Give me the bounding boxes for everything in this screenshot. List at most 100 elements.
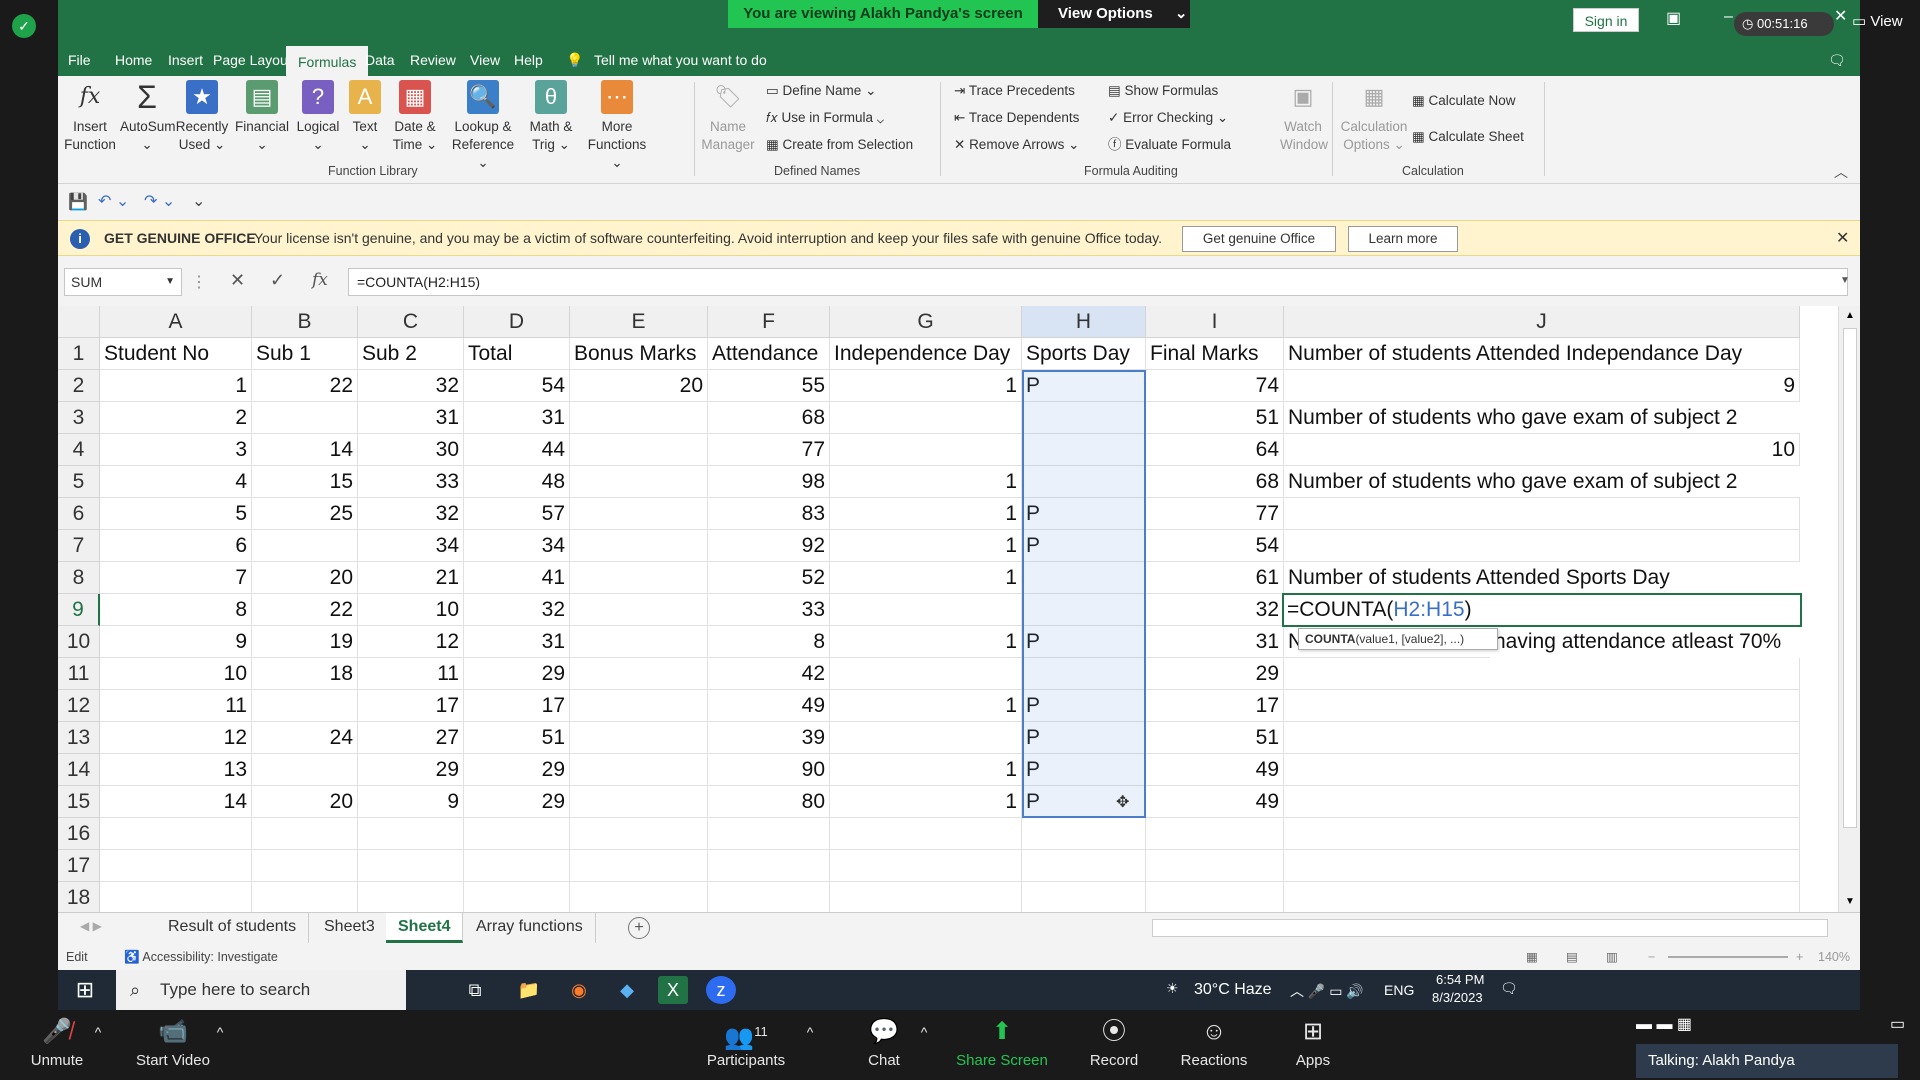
table-cell[interactable]	[1284, 818, 1800, 850]
table-cell[interactable]: P	[1022, 626, 1146, 658]
table-cell[interactable]: 51	[1146, 402, 1284, 434]
table-cell[interactable]: Sub 2	[358, 338, 464, 370]
table-cell[interactable]: P	[1022, 370, 1146, 402]
table-cell[interactable]: 44	[464, 434, 570, 466]
column-header[interactable]: B	[252, 306, 358, 338]
table-cell[interactable]: 55	[708, 370, 830, 402]
table-cell[interactable]	[570, 850, 708, 882]
table-cell[interactable]: 90	[708, 754, 830, 786]
page-layout-view-icon[interactable]: ▤	[1566, 944, 1578, 970]
define-name-button[interactable]: ▭ Define Name ⌄	[766, 82, 876, 100]
table-cell[interactable]	[1022, 562, 1146, 594]
calculate-sheet-button[interactable]: ▦ Calculate Sheet	[1412, 128, 1524, 146]
use-in-formula-button[interactable]: 𝑓𝑥 Use in Formula ⌄	[766, 109, 884, 127]
table-cell[interactable]: 32	[358, 498, 464, 530]
table-cell[interactable]	[100, 882, 252, 914]
table-cell[interactable]	[464, 882, 570, 914]
task-view-icon[interactable]: ⧉	[460, 976, 490, 1004]
table-cell[interactable]: P	[1022, 722, 1146, 754]
table-cell[interactable]: 31	[358, 402, 464, 434]
table-cell[interactable]: Total	[464, 338, 570, 370]
create-from-selection-button[interactable]: ▦ Create from Selection	[766, 136, 913, 154]
table-cell[interactable]	[570, 402, 708, 434]
trace-dependents-button[interactable]: ⇤ Trace Dependents	[954, 109, 1079, 127]
table-cell[interactable]: 57	[464, 498, 570, 530]
table-cell[interactable]	[1284, 754, 1800, 786]
table-cell[interactable]: 11	[358, 658, 464, 690]
table-cell[interactable]: 32	[464, 594, 570, 626]
row-header[interactable]: 2	[58, 370, 100, 402]
table-cell[interactable]	[1022, 434, 1146, 466]
app-icon[interactable]: ◆	[612, 976, 642, 1004]
table-cell[interactable]	[830, 818, 1022, 850]
share-screen-button[interactable]: ⬆ Share Screen	[950, 1010, 1054, 1080]
table-cell[interactable]	[830, 434, 1022, 466]
table-cell[interactable]: Student No	[100, 338, 252, 370]
table-cell[interactable]: 5	[100, 498, 252, 530]
table-cell[interactable]	[830, 850, 1022, 882]
table-cell[interactable]: 3	[100, 434, 252, 466]
recently-used-button[interactable]: ★ Recently Used ⌄	[175, 80, 229, 154]
table-cell[interactable]: 1	[830, 498, 1022, 530]
row-header[interactable]: 11	[58, 658, 100, 690]
table-cell[interactable]: 1	[830, 562, 1022, 594]
table-cell[interactable]	[708, 850, 830, 882]
menu-review[interactable]: Review	[410, 44, 456, 76]
table-cell[interactable]: 24	[252, 722, 358, 754]
table-cell[interactable]: 33	[358, 466, 464, 498]
table-cell[interactable]: P	[1022, 530, 1146, 562]
table-cell[interactable]: 1	[100, 370, 252, 402]
error-checking-button[interactable]: ✓ Error Checking ⌄	[1108, 109, 1228, 127]
sheet-tab-sheet3[interactable]: Sheet3	[312, 913, 388, 943]
table-cell[interactable]: 7	[100, 562, 252, 594]
table-cell[interactable]: 49	[708, 690, 830, 722]
windows-start-icon[interactable]: ⊞	[70, 976, 100, 1004]
ribbon-display-icon[interactable]: ▣	[1666, 8, 1681, 28]
table-cell[interactable]	[570, 722, 708, 754]
table-cell[interactable]: Sports Day	[1022, 338, 1146, 370]
table-cell[interactable]: 13	[100, 754, 252, 786]
menu-file[interactable]: File	[68, 44, 91, 76]
menu-data[interactable]: Data	[365, 44, 395, 76]
table-cell[interactable]	[1284, 658, 1800, 690]
table-cell[interactable]	[358, 882, 464, 914]
remove-arrows-button[interactable]: ✕ Remove Arrows ⌄	[954, 136, 1079, 154]
view-options-button[interactable]: View Options ⌄	[1038, 0, 1190, 28]
unmute-button[interactable]: 🎤̸ Unmute	[22, 1010, 92, 1080]
table-cell[interactable]: 64	[1146, 434, 1284, 466]
sheet-tab-sheet4[interactable]: Sheet4	[386, 913, 464, 943]
formula-input[interactable]: =COUNTA(H2:H15)	[348, 268, 1848, 296]
row-header[interactable]: 18	[58, 882, 100, 914]
table-cell[interactable]: 1	[830, 754, 1022, 786]
table-cell[interactable]: 54	[1146, 530, 1284, 562]
menu-help[interactable]: Help	[514, 44, 543, 76]
menu-page-layout[interactable]: Page Layout	[213, 44, 292, 76]
table-cell[interactable]: 20	[570, 370, 708, 402]
language-indicator[interactable]: ENG	[1384, 982, 1414, 998]
table-cell[interactable]	[570, 882, 708, 914]
table-cell[interactable]: Number of students who gave exam of subj…	[1284, 402, 1800, 434]
name-box[interactable]: SUM ▼	[64, 268, 182, 296]
table-cell[interactable]: 1	[830, 530, 1022, 562]
math-trig-button[interactable]: θ Math & Trig ⌄	[524, 80, 578, 154]
table-cell[interactable]	[570, 754, 708, 786]
tray-icons[interactable]: ︿ 🎤 ▭ 🔊	[1290, 981, 1364, 1001]
table-cell[interactable]	[1022, 594, 1146, 626]
table-cell[interactable]	[1146, 818, 1284, 850]
start-video-button[interactable]: 📹 Start Video	[128, 1010, 218, 1080]
spreadsheet-grid[interactable]: A B C D E F G H I J 1 Student No Sub 1 Sub 2 Total Bonu…	[58, 306, 1850, 914]
participants-button[interactable]: 👥11 Participants	[698, 1010, 794, 1080]
table-cell[interactable]	[1284, 690, 1800, 722]
evaluate-formula-button[interactable]: ⓕ Evaluate Formula	[1108, 136, 1231, 154]
horizontal-scrollbar[interactable]	[1152, 919, 1828, 937]
table-cell[interactable]	[1284, 722, 1800, 754]
customize-qat-icon[interactable]: ⌄	[192, 191, 205, 211]
table-cell[interactable]: 1	[830, 466, 1022, 498]
table-cell[interactable]	[830, 722, 1022, 754]
enter-check-icon[interactable]: ✓	[270, 270, 285, 291]
table-cell[interactable]: 30	[358, 434, 464, 466]
redo-icon[interactable]: ↷ ⌄	[144, 191, 175, 211]
table-cell[interactable]: 51	[1146, 722, 1284, 754]
table-cell[interactable]: 19	[252, 626, 358, 658]
name-manager-button[interactable]: 🏷 Name Manager	[698, 80, 758, 154]
